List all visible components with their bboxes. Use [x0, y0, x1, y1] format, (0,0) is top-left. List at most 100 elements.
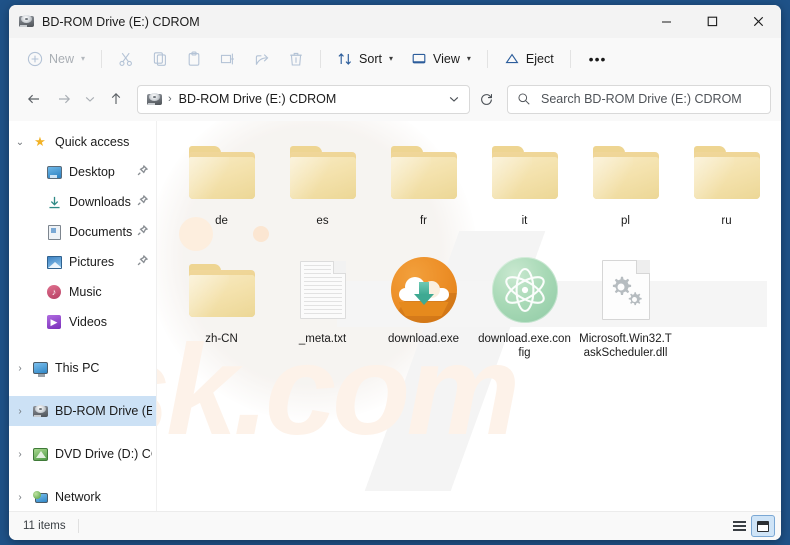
- folder-icon: [183, 255, 261, 325]
- minimize-button[interactable]: [643, 5, 689, 38]
- folder-icon: [688, 137, 766, 207]
- file-name: it: [521, 215, 528, 227]
- sidebar-item-desktop[interactable]: › Desktop: [9, 157, 156, 187]
- sort-button-label: Sort: [359, 51, 382, 66]
- documents-icon: [45, 224, 63, 240]
- chevron-down-icon[interactable]: ⌄: [9, 137, 31, 148]
- file-grid: de es fr it pl ru zh-CN _meta.txt downlo…: [157, 121, 781, 367]
- file-grid-item[interactable]: fr: [373, 131, 474, 249]
- view-icon: [411, 51, 427, 67]
- sidebar-item-pictures[interactable]: › Pictures: [9, 247, 156, 277]
- status-bar: 11 items: [9, 511, 781, 540]
- sidebar-item-music[interactable]: › ♪ Music: [9, 277, 156, 307]
- folder-icon: [385, 137, 463, 207]
- file-explorer-window: BD-ROM Drive (E:) CDROM New ▾ Sort ▾ Vie…: [9, 5, 781, 540]
- file-name: pl: [621, 215, 630, 227]
- share-icon: [254, 51, 270, 67]
- file-name: zh-CN: [205, 333, 238, 345]
- file-grid-item[interactable]: download.exe: [373, 249, 474, 367]
- chevron-right-icon[interactable]: ›: [9, 449, 31, 460]
- sidebar-item-bd-rom-drive[interactable]: › BD-ROM Drive (E:) CDROM: [9, 396, 156, 426]
- navigation-pane[interactable]: ⌄ ★ Quick access › Desktop › Downloads: [9, 121, 156, 511]
- see-more-button[interactable]: •••: [579, 44, 617, 73]
- sidebar-item-this-pc[interactable]: › This PC: [9, 353, 156, 383]
- view-button[interactable]: View ▾: [403, 44, 479, 73]
- sidebar-item-videos[interactable]: › ▶ Videos: [9, 307, 156, 337]
- toolbar-divider: [569, 49, 571, 68]
- file-grid-item[interactable]: de: [171, 131, 272, 249]
- title-bar-left: BD-ROM Drive (E:) CDROM: [9, 15, 643, 29]
- file-grid-item[interactable]: _meta.txt: [272, 249, 373, 367]
- file-grid-item[interactable]: it: [474, 131, 575, 249]
- dvd-drive-icon: [31, 447, 49, 461]
- rename-icon: [220, 51, 236, 67]
- share-button[interactable]: [246, 44, 278, 73]
- paste-button[interactable]: [178, 44, 210, 73]
- chevron-right-icon[interactable]: ›: [9, 406, 31, 417]
- copy-icon: [152, 51, 168, 67]
- command-bar: New ▾ Sort ▾ View ▾ Eject •••: [9, 38, 781, 79]
- file-grid-item[interactable]: Microsoft.Win32.TaskScheduler.dll: [575, 249, 676, 367]
- chevron-right-icon[interactable]: ›: [9, 492, 31, 503]
- optical-disc-drive-icon: [19, 15, 34, 28]
- atom-config-icon: [486, 255, 564, 325]
- file-name: download.exe.config: [478, 333, 571, 359]
- chevron-right-icon[interactable]: ›: [9, 363, 31, 374]
- sidebar-item-label: Pictures: [69, 255, 115, 269]
- sort-button[interactable]: Sort ▾: [329, 44, 401, 73]
- item-count-label: 11 items: [23, 520, 66, 532]
- address-dropdown-button[interactable]: [443, 87, 465, 111]
- scissors-icon: [118, 51, 134, 67]
- file-name: de: [215, 215, 228, 227]
- pin-icon[interactable]: [137, 223, 149, 241]
- maximize-button[interactable]: [689, 5, 735, 38]
- sidebar-group-quick-access[interactable]: ⌄ ★ Quick access: [9, 127, 156, 157]
- this-pc-icon: [31, 362, 49, 377]
- file-grid-item[interactable]: es: [272, 131, 373, 249]
- sidebar-group-label: Quick access: [55, 135, 130, 149]
- file-name: Microsoft.Win32.TaskScheduler.dll: [579, 333, 672, 359]
- sidebar-item-downloads[interactable]: › Downloads: [9, 187, 156, 217]
- eject-button[interactable]: Eject: [496, 44, 562, 73]
- rename-button[interactable]: [212, 44, 244, 73]
- sidebar-item-documents[interactable]: › Documents: [9, 217, 156, 247]
- forward-button[interactable]: [49, 85, 79, 113]
- new-button-label: New: [49, 51, 75, 66]
- file-list-pane[interactable]: sk.com de es: [156, 121, 781, 511]
- pin-icon[interactable]: [137, 163, 149, 181]
- sidebar-item-label: Network: [55, 490, 101, 504]
- copy-button[interactable]: [144, 44, 176, 73]
- file-grid-item[interactable]: zh-CN: [171, 249, 272, 367]
- address-bar[interactable]: › BD-ROM Drive (E:) CDROM: [137, 84, 470, 114]
- file-grid-item[interactable]: pl: [575, 131, 676, 249]
- list-view-icon[interactable]: [727, 515, 751, 537]
- sort-icon: [337, 51, 353, 67]
- delete-button[interactable]: [280, 44, 312, 73]
- sidebar-item-dvd-drive[interactable]: › DVD Drive (D:) CCCOMA_X64FRE_EN-US_DV9: [9, 439, 156, 469]
- title-bar: BD-ROM Drive (E:) CDROM: [9, 5, 781, 38]
- file-grid-item[interactable]: download.exe.config: [474, 249, 575, 367]
- recent-locations-button[interactable]: [79, 85, 101, 113]
- file-grid-item[interactable]: ru: [676, 131, 777, 249]
- sidebar-item-network[interactable]: › Network: [9, 482, 156, 511]
- search-box[interactable]: Search BD-ROM Drive (E:) CDROM: [507, 84, 771, 114]
- toolbar-divider: [320, 49, 322, 68]
- search-icon: [516, 91, 532, 107]
- eject-icon: [504, 51, 520, 67]
- breadcrumb-separator: ›: [168, 93, 172, 105]
- close-button[interactable]: [735, 5, 781, 38]
- breadcrumb-current-path: BD-ROM Drive (E:) CDROM: [178, 92, 337, 106]
- cut-button[interactable]: [110, 44, 142, 73]
- large-icons-view-icon[interactable]: [751, 515, 775, 537]
- back-button[interactable]: [19, 85, 49, 113]
- new-button[interactable]: New ▾: [19, 44, 93, 73]
- pin-icon[interactable]: [137, 253, 149, 271]
- up-button[interactable]: [101, 85, 131, 113]
- pictures-icon: [45, 255, 63, 269]
- gears-dll-icon: [587, 255, 665, 325]
- pin-icon[interactable]: [137, 193, 149, 211]
- refresh-button[interactable]: [473, 86, 499, 112]
